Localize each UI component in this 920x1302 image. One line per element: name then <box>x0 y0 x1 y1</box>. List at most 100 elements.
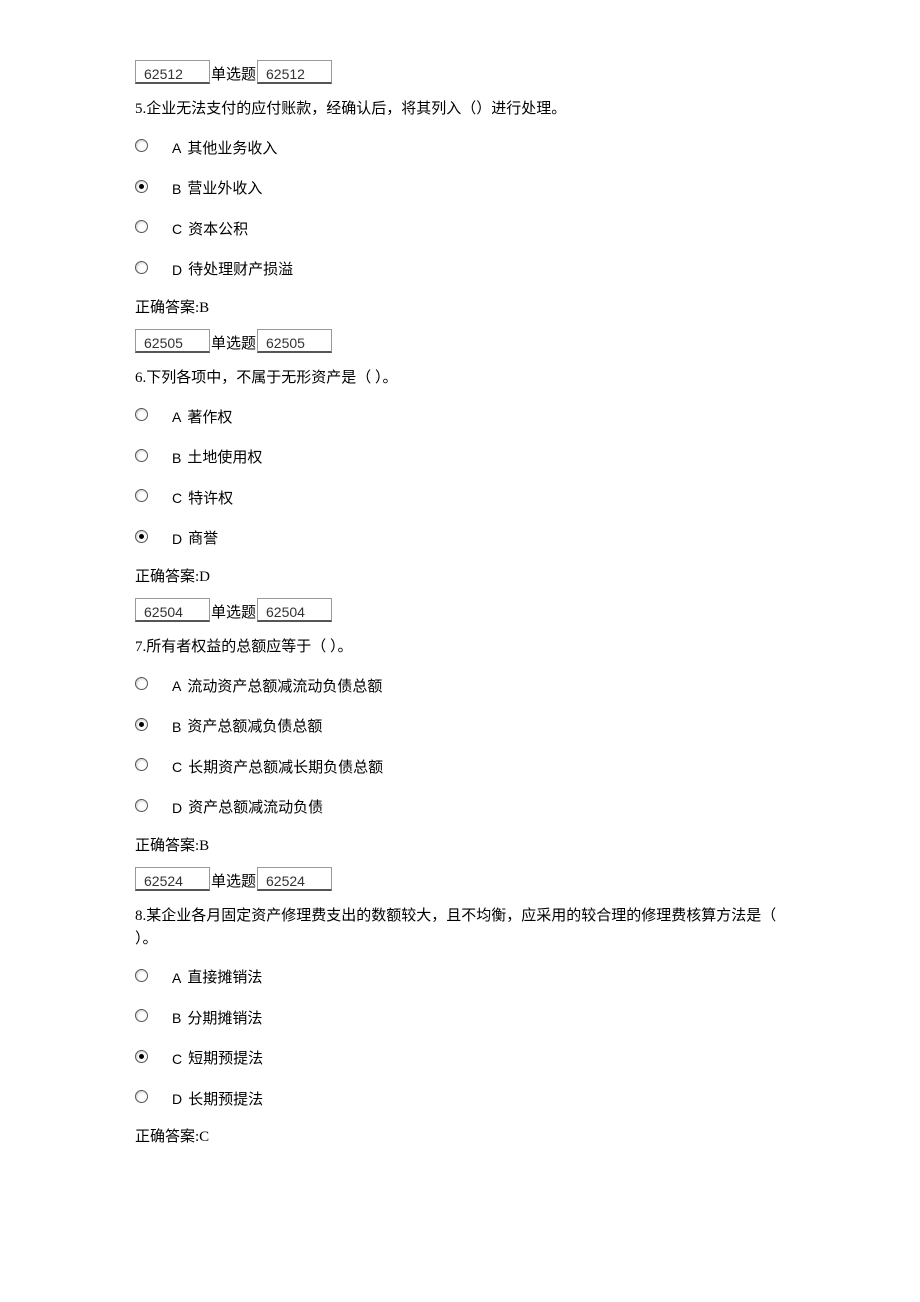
correct-answer: 正确答案:B <box>135 297 785 320</box>
option-letter: B <box>172 717 181 738</box>
answer-value: C <box>199 1129 209 1145</box>
question-id-box[interactable]: 62505 <box>135 329 210 353</box>
radio-button[interactable] <box>135 530 148 543</box>
option-row: D 待处理财产损溢 <box>135 256 785 279</box>
question-text: 8.某企业各月固定资产修理费支出的数额较大，且不均衡，应采用的较合理的修理费核算… <box>135 905 785 950</box>
question-id-box[interactable]: 62524 <box>135 867 210 891</box>
option-letter: B <box>172 448 181 469</box>
question-id-box[interactable]: 62512 <box>257 60 332 84</box>
option-letter: A <box>172 138 181 159</box>
radio-button[interactable] <box>135 1009 148 1022</box>
radio-button[interactable] <box>135 408 148 421</box>
question-id-box[interactable]: 62505 <box>257 329 332 353</box>
option-text: 短期预提法 <box>188 1048 263 1071</box>
question-type-label: 单选题 <box>211 333 256 356</box>
radio-button[interactable] <box>135 1050 148 1063</box>
option-row: A 著作权 <box>135 404 785 427</box>
option-text: 其他业务收入 <box>187 138 277 161</box>
option-text: 资本公积 <box>188 219 248 242</box>
option-row: C 短期预提法 <box>135 1045 785 1068</box>
option-row: B 营业外收入 <box>135 175 785 198</box>
question-id-box[interactable]: 62504 <box>135 598 210 622</box>
question-id-row: 62505单选题62505 <box>135 329 785 353</box>
radio-button[interactable] <box>135 220 148 233</box>
radio-button[interactable] <box>135 758 148 771</box>
question-block: 62512单选题62512 5.企业无法支付的应付账款，经确认后，将其列入（）进行… <box>135 60 785 319</box>
option-letter: A <box>172 676 181 697</box>
option-row: D 商誉 <box>135 525 785 548</box>
question-number: 7. <box>135 639 146 655</box>
radio-button[interactable] <box>135 139 148 152</box>
question-type-label: 单选题 <box>211 602 256 625</box>
question-body: 某企业各月固定资产修理费支出的数额较大，且不均衡，应采用的较合理的修理费核算方法… <box>135 908 776 947</box>
question-text: 5.企业无法支付的应付账款，经确认后，将其列入（）进行处理。 <box>135 98 785 121</box>
answer-label: 正确答案: <box>135 1129 199 1145</box>
option-text: 长期资产总额减长期负债总额 <box>188 757 383 780</box>
question-text: 6.下列各项中，不属于无形资产是（ ）。 <box>135 367 785 390</box>
correct-answer: 正确答案:B <box>135 835 785 858</box>
correct-answer: 正确答案:C <box>135 1126 785 1149</box>
option-letter: B <box>172 1008 181 1029</box>
radio-button[interactable] <box>135 1090 148 1103</box>
option-row: C 长期资产总额减长期负债总额 <box>135 754 785 777</box>
option-text: 分期摊销法 <box>187 1008 262 1031</box>
answer-label: 正确答案: <box>135 838 199 854</box>
question-number: 8. <box>135 908 146 924</box>
option-letter: B <box>172 179 181 200</box>
radio-button[interactable] <box>135 449 148 462</box>
question-id-box[interactable]: 62512 <box>135 60 210 84</box>
question-body: 企业无法支付的应付账款，经确认后，将其列入（）进行处理。 <box>146 101 566 117</box>
option-row: D长期预提法 <box>135 1086 785 1109</box>
question-body: 所有者权益的总额应等于（ ）。 <box>146 639 352 655</box>
option-letter: C <box>172 757 182 778</box>
question-id-row: 62504单选题62504 <box>135 598 785 622</box>
option-row: B 资产总额减负债总额 <box>135 713 785 736</box>
question-type-label: 单选题 <box>211 64 256 87</box>
option-text: 商誉 <box>188 528 218 551</box>
radio-button[interactable] <box>135 180 148 193</box>
answer-value: D <box>199 569 210 585</box>
option-letter: D <box>172 798 182 819</box>
question-block: 62504单选题62504 7.所有者权益的总额应等于（ ）。 A 流动资产总额减流动… <box>135 598 785 857</box>
option-text: 营业外收入 <box>187 178 262 201</box>
question-text: 7.所有者权益的总额应等于（ ）。 <box>135 636 785 659</box>
option-letter: C <box>172 488 182 509</box>
answer-value: B <box>199 838 209 854</box>
option-row: A 其他业务收入 <box>135 135 785 158</box>
question-number: 6. <box>135 370 146 386</box>
option-text: 资产总额减负债总额 <box>187 716 322 739</box>
option-row: A直接摊销法 <box>135 964 785 987</box>
answer-label: 正确答案: <box>135 300 199 316</box>
option-letter: C <box>172 219 182 240</box>
radio-button[interactable] <box>135 489 148 502</box>
question-id-row: 62524单选题62524 <box>135 867 785 891</box>
option-letter: C <box>172 1049 182 1070</box>
option-text: 著作权 <box>187 407 232 430</box>
option-text: 土地使用权 <box>187 447 262 470</box>
option-text: 直接摊销法 <box>187 967 262 990</box>
question-id-box[interactable]: 62524 <box>257 867 332 891</box>
answer-value: B <box>199 300 209 316</box>
option-text: 待处理财产损溢 <box>188 259 293 282</box>
option-row: C 特许权 <box>135 485 785 508</box>
radio-button[interactable] <box>135 718 148 731</box>
option-text: 资产总额减流动负债 <box>188 797 323 820</box>
option-row: B 土地使用权 <box>135 444 785 467</box>
radio-button[interactable] <box>135 799 148 812</box>
question-body: 下列各项中，不属于无形资产是（ ）。 <box>146 370 397 386</box>
option-text: 流动资产总额减流动负债总额 <box>187 676 382 699</box>
question-block: 62524单选题62524 8.某企业各月固定资产修理费支出的数额较大，且不均衡，… <box>135 867 785 1149</box>
option-row: A 流动资产总额减流动负债总额 <box>135 673 785 696</box>
radio-button[interactable] <box>135 261 148 274</box>
answer-label: 正确答案: <box>135 569 199 585</box>
option-row: C 资本公积 <box>135 216 785 239</box>
radio-button[interactable] <box>135 969 148 982</box>
option-letter: D <box>172 260 182 281</box>
option-letter: A <box>172 407 181 428</box>
radio-button[interactable] <box>135 677 148 690</box>
option-text: 特许权 <box>188 488 233 511</box>
option-letter: D <box>172 529 182 550</box>
question-id-box[interactable]: 62504 <box>257 598 332 622</box>
option-text: 长期预提法 <box>188 1089 263 1112</box>
question-id-row: 62512单选题62512 <box>135 60 785 84</box>
